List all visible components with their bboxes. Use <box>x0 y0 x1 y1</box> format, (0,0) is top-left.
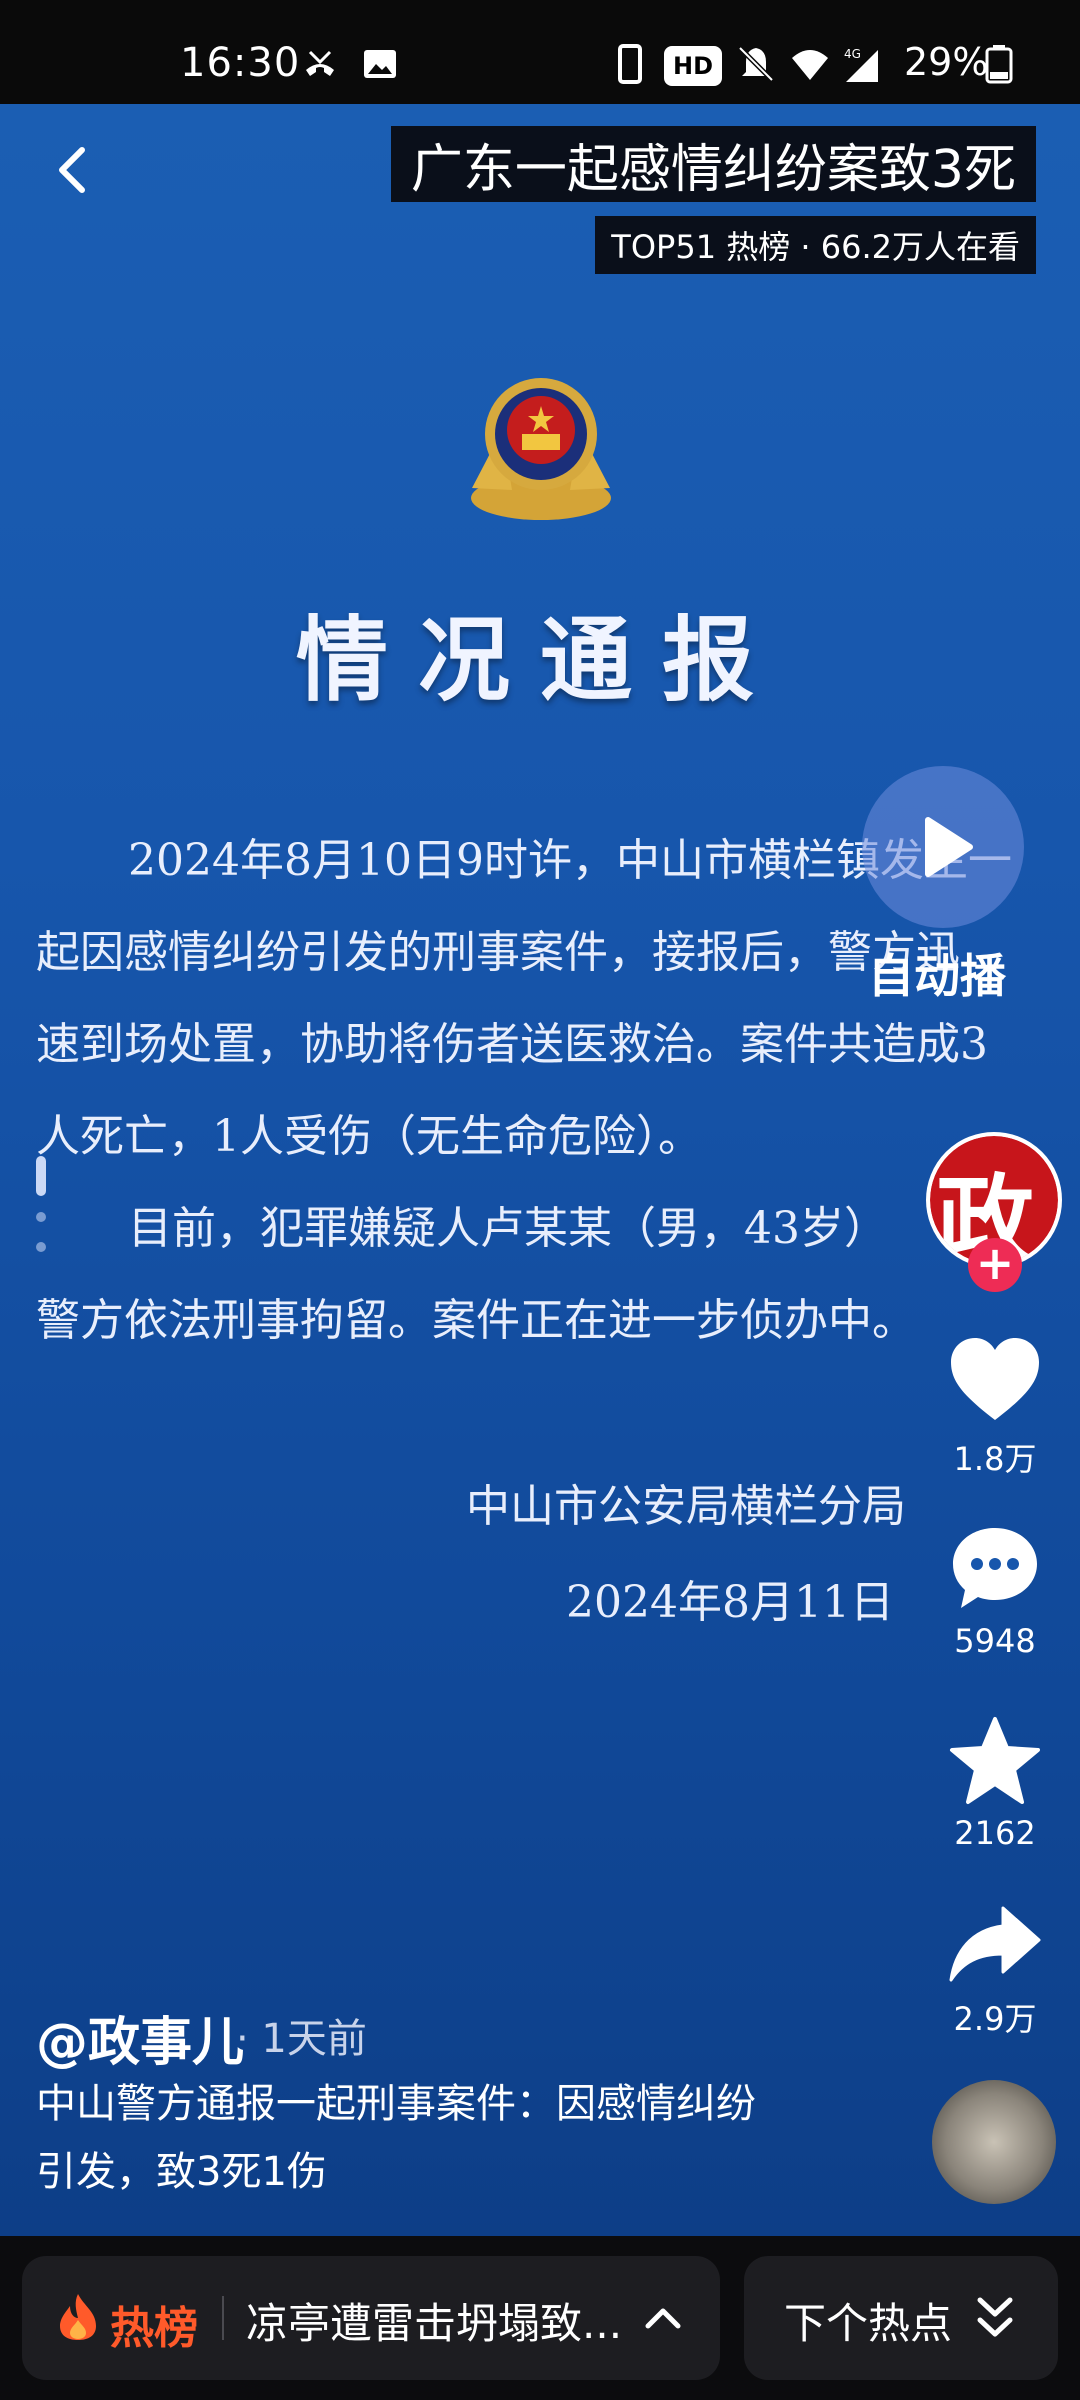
post-time: · 1天前 <box>236 2016 367 2062</box>
music-disc-icon[interactable] <box>932 2080 1056 2204</box>
battery-icon <box>985 45 1013 84</box>
page-indicator-dot <box>36 1212 46 1222</box>
phone-icon <box>618 44 642 84</box>
author-handle[interactable]: @政事儿 <box>36 2000 244 2075</box>
notice-line: 人死亡，1人受伤（无生命危险）。 <box>36 1111 702 1162</box>
favorite-count: 2162 <box>954 1814 1036 1852</box>
favorite-button[interactable]: 2162 <box>940 1716 1050 1852</box>
like-count: 1.8万 <box>953 1440 1037 1478</box>
video-title-box: 广东一起感情纠纷案致3死 <box>390 126 1036 202</box>
mute-bell-icon <box>738 46 774 82</box>
back-chevron-icon[interactable] <box>44 140 104 200</box>
notice-line: 速到场处置，协助将伤者送医救治。案件共造成3 <box>36 1019 988 1070</box>
image-icon <box>364 50 396 78</box>
comment-count: 5948 <box>954 1622 1036 1660</box>
follow-button[interactable]: + <box>968 1238 1022 1292</box>
page-indicator-active <box>36 1156 46 1196</box>
battery-percent: 29% <box>904 40 989 84</box>
hot-rank-box[interactable]: TOP51 热榜 · 66.2万人在看 <box>595 216 1036 274</box>
police-emblem-icon <box>471 378 611 520</box>
divider <box>222 2296 224 2340</box>
hot-rank-subtitle: TOP51 热榜 · 66.2万人在看 <box>611 228 1020 266</box>
hd-badge: HD <box>664 46 722 86</box>
signature-org: 中山市公安局横栏分局 <box>466 1481 906 1532</box>
play-icon <box>925 817 973 877</box>
hot-topic-text: 凉亭遭雷击坍塌致... <box>246 2299 623 2348</box>
caption-line: 中山警方通报一起刑事案件：因感情纠纷 <box>36 2081 756 2127</box>
like-button[interactable]: 1.8万 <box>940 1336 1050 1480</box>
page-indicator <box>36 1156 50 1272</box>
notice-headline: 情况通报 <box>295 606 784 714</box>
page-indicator-dot <box>36 1242 46 1252</box>
share-button[interactable]: 2.9万 <box>940 1904 1050 2040</box>
status-time: 16:30 <box>180 40 301 86</box>
next-hot-label: 下个热点 <box>784 2299 953 2348</box>
comment-button[interactable]: 5948 <box>940 1524 1050 1660</box>
share-count: 2.9万 <box>953 2000 1037 2038</box>
video-title: 广东一起感情纠纷案致3死 <box>410 139 1016 200</box>
signal-4g-icon: 4G <box>844 47 878 82</box>
hot-list-label: 热榜 <box>110 2303 198 2354</box>
notice-line: 警方依法刑事拘留。案件正在进一步侦办中。 <box>36 1295 916 1346</box>
chevron-up-icon[interactable] <box>640 2296 686 2342</box>
flame-icon <box>60 2294 96 2340</box>
post-caption[interactable]: 中山警方通报一起刑事案件：因感情纠纷 引发，致3死1伤 <box>36 2070 816 2206</box>
wifi-icon <box>792 50 828 80</box>
notice-line: 目前，犯罪嫌疑人卢某某（男，43岁） <box>128 1203 888 1254</box>
comment-icon <box>953 1528 1037 1608</box>
star-icon <box>950 1717 1040 1804</box>
autoplay-button[interactable] <box>862 766 1024 928</box>
signature-date: 2024年8月11日 <box>566 1577 894 1628</box>
missed-call-icon <box>306 50 334 76</box>
caption-line: 引发，致3死1伤 <box>36 2149 327 2195</box>
double-chevron-down-icon <box>977 2297 1013 2337</box>
share-arrow-icon <box>949 1906 1041 1982</box>
autoplay-label: 自动播 <box>868 949 1006 1003</box>
heart-icon <box>951 1338 1039 1420</box>
status-bar: 16:30 HD 4G 29% <box>0 0 1080 104</box>
svg-text:4G: 4G <box>844 47 861 61</box>
